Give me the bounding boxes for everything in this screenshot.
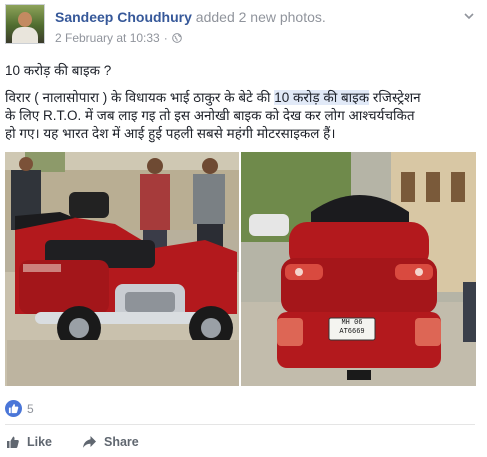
post-text-segment: विरार ( नालासोपारा ) के विधायक भाई ठाकुर… [5, 90, 275, 105]
post-action-text: added 2 new photos. [191, 9, 326, 25]
globe-icon[interactable] [171, 33, 182, 43]
post-text-line: 10 करोड़ की बाइक ? [5, 63, 112, 78]
chevron-down-icon[interactable] [463, 10, 475, 22]
post-text-line: हो गए। यह भारत देश में आई हुई पहली सबसे … [5, 126, 336, 141]
post-text-line: के लिए R.T.O. में जब लाइ गइ तो इस अनोखी … [5, 108, 415, 123]
post-meta: 2 February at 10:33 · [55, 31, 182, 45]
share-button-label: Share [104, 435, 139, 449]
share-arrow-icon [83, 436, 96, 448]
plate-line: AT6669 [339, 328, 365, 336]
facebook-post: Sandeep Choudhury added 2 new photos. 2 … [0, 0, 487, 457]
post-text-segment: रजिस्ट्रेशन [369, 90, 421, 105]
post-header: Sandeep Choudhury added 2 new photos. [55, 9, 326, 25]
author-name-link[interactable]: Sandeep Choudhury [55, 9, 192, 25]
plate-line: MH 06 [341, 319, 363, 327]
author-avatar[interactable] [5, 4, 45, 44]
photo-bike-rear[interactable]: MH 06 AT6669 [241, 152, 476, 386]
post-text-highlight: 10 करोड़ की बाइक [274, 90, 370, 105]
thumbs-up-icon[interactable] [5, 400, 22, 417]
number-plate-text: MH 06 AT6669 [331, 319, 373, 339]
like-button[interactable]: Like [6, 435, 52, 449]
photo-bike-side[interactable] [5, 152, 239, 386]
post-timestamp-link[interactable]: 2 February at 10:33 [55, 31, 160, 45]
meta-separator: · [163, 31, 168, 45]
bike-rear-illustration [241, 152, 476, 386]
bike-side-illustration [5, 152, 239, 386]
like-button-label: Like [27, 435, 53, 449]
reaction-count[interactable]: 5 [27, 402, 34, 416]
post-text-line: विरार ( नालासोपारा ) के विधायक भाई ठाकुर… [5, 88, 421, 107]
thumbs-up-outline-icon [7, 436, 19, 448]
share-button[interactable]: Share [82, 435, 139, 449]
divider [5, 424, 475, 425]
